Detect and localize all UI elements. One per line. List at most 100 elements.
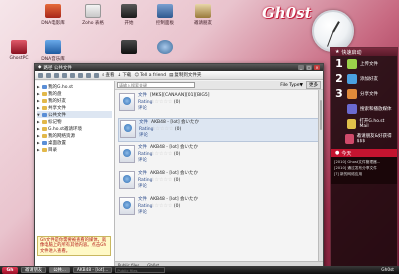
up-icon[interactable]: [54, 72, 59, 78]
tree-node-directory[interactable]: ▶ 目录: [37, 146, 112, 153]
news-item[interactable]: [?] 新的网络应用: [334, 171, 394, 177]
desktop-icon-ghostpc[interactable]: GhostPC: [2, 40, 36, 61]
file-search-input[interactable]: [117, 82, 195, 88]
public-files-window: ◆ 路径 公共文件 _ □ × ⌕ 查看 ↓ 下载 ☺ Tell a frien…: [34, 63, 324, 269]
file-thumbnail-icon: [119, 171, 135, 189]
desktop-icon-dna-movies[interactable]: DNA电影库: [36, 4, 70, 26]
tree-node-network[interactable]: ▶ 我的网络资源: [37, 132, 112, 139]
view-button[interactable]: ⌕ 查看: [102, 72, 115, 78]
rating-stars[interactable]: ☆☆☆☆☆: [150, 99, 172, 105]
tree-node-public[interactable]: ▼ 公共文件: [37, 111, 112, 118]
file-thumbnail-icon: [119, 93, 135, 111]
folder-icon: [42, 119, 47, 124]
window-titlebar[interactable]: ◆ 路径 公共文件 _ □ ×: [35, 64, 323, 71]
quick-launch-share[interactable]: 3 分享文件: [331, 86, 397, 101]
window-title: 路径 公共文件: [43, 65, 72, 71]
minimize-button[interactable]: _: [298, 65, 304, 70]
upload-icon: [347, 58, 357, 69]
desktop-icon-dna-music[interactable]: DNA音乐库: [36, 40, 70, 62]
logo-text: Gh0st: [262, 4, 312, 22]
desktop-icon-app1[interactable]: [112, 40, 146, 56]
tree-node-my-drive[interactable]: ▶ 我的盘: [37, 90, 112, 97]
taskbar-search-input[interactable]: [115, 267, 166, 273]
tree-node-tags[interactable]: ▶ 标记物: [37, 118, 112, 125]
comment-link[interactable]: 评论: [138, 106, 150, 112]
file-list: 文件 [MKS][CANAAN][01][BIG5] Rating☆☆☆☆☆ (0…: [115, 90, 323, 224]
paste-icon[interactable]: [94, 72, 99, 78]
comment-link[interactable]: 评论: [138, 158, 150, 164]
friend-icon: ☺: [134, 72, 140, 78]
file-thumbnail-icon: [119, 197, 135, 215]
start-icon: [121, 4, 137, 18]
folder-copy-icon: ▤: [169, 72, 174, 78]
quick-launch-add-friend[interactable]: 2 添加好友: [331, 71, 397, 86]
tree-node-shared[interactable]: ▶ 共享文件: [37, 104, 112, 111]
file-name[interactable]: AKB48 - [lot] 会いたか: [150, 197, 198, 202]
file-row[interactable]: 文件 AKB48 - [lot] 会いたか Rating☆☆☆☆☆ (0) 评论: [118, 170, 320, 194]
folder-icon: [42, 112, 47, 117]
quick-launch-upload[interactable]: 1 上传文件: [331, 56, 397, 71]
taskbar: Gh 邀请朋友 公共... AKB48 - [lot]... Gh0st: [0, 266, 399, 274]
share-icon: [347, 88, 357, 99]
folder-icon: [42, 105, 47, 110]
file-thumbnail-icon: [120, 120, 136, 138]
file-row[interactable]: 文件 AKB48 - [lot] 会いたか Rating☆☆☆☆☆ (0) 评论: [118, 196, 320, 220]
file-row[interactable]: 文件 [MKS][CANAAN][01][BIG5] Rating☆☆☆☆☆ (0…: [118, 92, 320, 116]
desktop-icon-app2[interactable]: [148, 40, 182, 56]
new-folder-icon[interactable]: [70, 72, 75, 78]
clock-minute-hand: [327, 31, 334, 47]
file-type-filter[interactable]: File Type▼: [280, 83, 303, 88]
desktop-icon-zoho[interactable]: Zoho 表格: [76, 4, 110, 26]
rating-stars[interactable]: ☆☆☆☆☆: [150, 203, 172, 209]
quick-launch-header: ★ 快速启动: [331, 48, 397, 56]
tree-node-my-ghost[interactable]: ▶ 我的G.ho.st: [37, 83, 112, 90]
file-list-scrollbar[interactable]: [318, 90, 323, 268]
tree-node-my-friends[interactable]: ▶ 我的好友: [37, 97, 112, 104]
quick-launch-mail[interactable]: 打开G.ho.st Mail: [331, 116, 397, 131]
forward-icon[interactable]: [46, 72, 51, 78]
quick-launch-invite[interactable]: 邀请朋友&好获得 $$$: [331, 131, 397, 146]
desktop-icon-control-panel[interactable]: 控制面板: [148, 4, 182, 26]
tell-friend-button[interactable]: ☺ Tell a friend: [134, 73, 166, 78]
cut-icon[interactable]: [78, 72, 83, 78]
app-icon: ◆: [38, 65, 42, 70]
start-button[interactable]: Gh: [2, 266, 18, 274]
scrollbar-thumb[interactable]: [320, 100, 322, 130]
more-button[interactable]: 更多: [306, 81, 321, 89]
taskbar-task[interactable]: AKB48 - [lot]...: [72, 267, 113, 273]
maximize-button[interactable]: □: [306, 65, 312, 70]
tree-node-desktop[interactable]: ▶ 桌面放置: [37, 139, 112, 146]
refresh-icon[interactable]: [62, 72, 67, 78]
file-name[interactable]: AKB48 - [lot] 会いたか: [151, 120, 199, 125]
comment-link[interactable]: 评论: [139, 133, 151, 139]
download-button[interactable]: ↓ 下载: [117, 72, 132, 79]
add-friend-icon: [347, 73, 357, 84]
folder-icon: [42, 133, 47, 138]
rating-stars[interactable]: ☆☆☆☆☆: [150, 177, 172, 183]
file-row[interactable]: 文件 AKB48 - [lot] 会いたか Rating☆☆☆☆☆ (0) 评论: [118, 144, 320, 168]
back-icon[interactable]: [38, 72, 43, 78]
desktop-icon-start[interactable]: 开始: [112, 4, 146, 26]
copy-icon[interactable]: [86, 72, 91, 78]
file-name[interactable]: AKB48 - [lot] 会いたか: [150, 145, 198, 150]
spreadsheet-icon: [85, 4, 101, 18]
comment-link[interactable]: 评论: [138, 210, 150, 216]
file-name[interactable]: [MKS][CANAAN][01][BIG5]: [150, 93, 209, 98]
taskbar-task[interactable]: 公共...: [49, 267, 70, 273]
taskbar-task[interactable]: 邀请朋友: [21, 267, 47, 273]
download-icon: ↓: [117, 72, 122, 78]
file-name[interactable]: AKB48 - [lot] 会いたか: [150, 171, 198, 176]
file-list-panel: File Type▼ 更多 文件[MKS][CANAAN][01][BIG5] …: [115, 81, 323, 268]
file-row[interactable]: 文件 AKB48 - [lot] 会いたか Rating☆☆☆☆☆ (0) 评论: [118, 118, 320, 142]
folder-icon: [42, 147, 47, 152]
tree-node-invite-env[interactable]: ▶ G.ho.st邀请环境: [37, 125, 112, 132]
news-icon: ●: [335, 150, 340, 156]
copy-to-folder-button[interactable]: ▤ 复制到文件夹: [169, 72, 201, 79]
folder-icon: [42, 98, 47, 103]
rating-stars[interactable]: ☆☆☆☆☆: [150, 151, 172, 157]
comment-link[interactable]: 评论: [138, 184, 150, 190]
quick-launch-media[interactable]: 搜索和播放媒体: [331, 101, 397, 116]
rating-stars[interactable]: ☆☆☆☆☆: [151, 126, 173, 132]
desktop-icon-invite[interactable]: 邀请朋友: [186, 4, 220, 26]
close-button[interactable]: ×: [314, 65, 320, 70]
